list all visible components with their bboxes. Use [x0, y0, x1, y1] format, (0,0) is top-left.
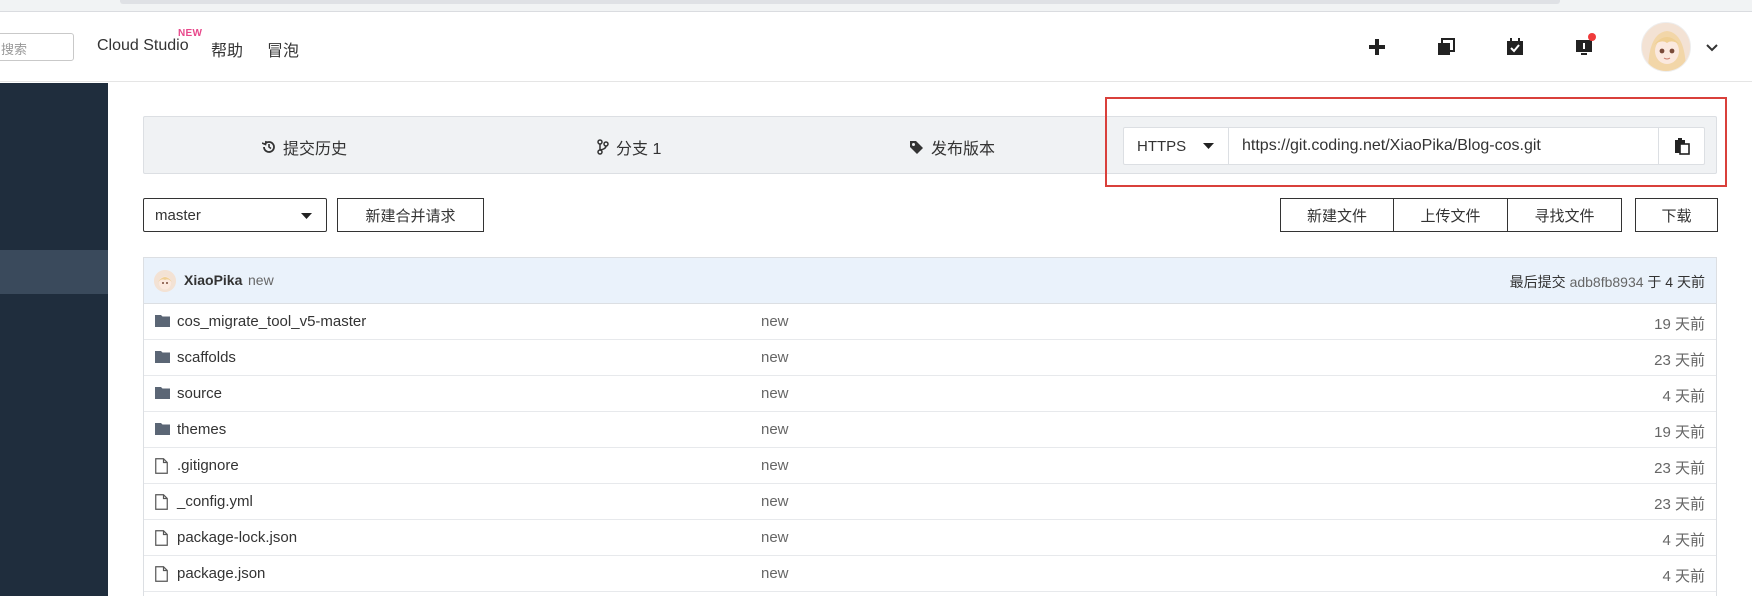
table-row[interactable]: source new 4 天前 — [144, 376, 1716, 412]
commit-avatar[interactable] — [154, 270, 176, 292]
last-commit-bar: XiaoPika new 最后提交 adb8fb8934 于 4 天前 — [144, 258, 1716, 304]
commit-hash[interactable]: adb8fb8934 — [1570, 274, 1644, 290]
tab-label: 分支 1 — [616, 141, 662, 158]
file-commit-time: 23 天前 — [1654, 496, 1705, 513]
notification-dot — [1588, 33, 1596, 41]
clone-url-field[interactable] — [1230, 128, 1658, 164]
folder-icon — [155, 350, 170, 367]
file-icon — [155, 530, 168, 550]
tab-label: 提交历史 — [283, 141, 348, 158]
file-commit-message[interactable]: new — [761, 385, 789, 402]
caret-down-icon — [1203, 143, 1214, 149]
address-bar-edge — [120, 0, 1560, 4]
clone-url-box: HTTPS — [1123, 127, 1705, 165]
file-commit-time: 19 天前 — [1654, 424, 1705, 441]
branch-label: master — [155, 207, 201, 224]
file-commit-message[interactable]: new — [761, 565, 789, 582]
file-commit-time: 4 天前 — [1662, 532, 1705, 549]
folder-icon — [155, 314, 170, 331]
file-name[interactable]: .gitignore — [177, 457, 239, 474]
file-name[interactable]: themes — [177, 421, 226, 438]
file-icon — [155, 566, 168, 586]
file-icon — [155, 494, 168, 514]
last-commit-info: 最后提交 adb8fb8934 于 4 天前 — [1510, 272, 1705, 292]
new-merge-request-button[interactable]: 新建合并请求 — [337, 198, 484, 232]
file-name[interactable]: source — [177, 385, 222, 402]
new-badge: NEW — [178, 28, 203, 39]
file-commit-message[interactable]: new — [761, 529, 789, 546]
history-icon — [262, 140, 275, 153]
file-commit-time: 4 天前 — [1662, 568, 1705, 585]
clipboard-icon — [1674, 137, 1690, 155]
search-placeholder: 搜索 — [1, 42, 28, 57]
tab-releases[interactable]: 发布版本 — [909, 135, 995, 159]
protocol-select[interactable]: HTTPS — [1124, 128, 1229, 164]
copy-url-button[interactable] — [1658, 128, 1704, 164]
file-table: XiaoPika new 最后提交 adb8fb8934 于 4 天前 cos_… — [143, 257, 1717, 596]
avatar[interactable] — [1641, 22, 1691, 72]
calendar-check-icon[interactable] — [1502, 34, 1528, 60]
folder-icon — [155, 422, 170, 439]
chevron-down-icon[interactable] — [1705, 40, 1719, 57]
sidebar — [0, 83, 108, 596]
nav-bubble[interactable]: 冒泡 — [267, 37, 299, 61]
file-commit-time: 23 天前 — [1654, 460, 1705, 477]
file-commit-message[interactable]: new — [761, 349, 789, 366]
file-commit-message[interactable]: new — [761, 457, 789, 474]
file-name[interactable]: _config.yml — [177, 493, 253, 510]
browser-strip — [0, 0, 1752, 12]
tab-branches[interactable]: 分支 1 — [597, 135, 661, 159]
table-row[interactable]: _config.yml new 23 天前 — [144, 484, 1716, 520]
tab-label: 发布版本 — [931, 141, 996, 158]
file-name[interactable]: package-lock.json — [177, 529, 297, 546]
table-row[interactable]: scaffolds new 23 天前 — [144, 340, 1716, 376]
top-header: 搜索 Cloud Studio NEW 帮助 冒泡 — [0, 12, 1752, 82]
plus-icon[interactable] — [1364, 34, 1390, 60]
file-commit-time: 4 天前 — [1662, 388, 1705, 405]
file-icon — [155, 458, 168, 478]
copy-windows-icon[interactable] — [1433, 34, 1459, 60]
notification-icon[interactable] — [1571, 33, 1597, 60]
commit-time: 于 4 天前 — [1647, 274, 1705, 290]
download-button[interactable]: 下载 — [1635, 198, 1718, 232]
last-commit-label: 最后提交 — [1509, 274, 1566, 290]
sidebar-item-active[interactable] — [0, 250, 108, 294]
search-input[interactable]: 搜索 — [0, 33, 74, 61]
table-row[interactable]: package-lock.json new 4 天前 — [144, 520, 1716, 556]
branch-select[interactable]: master — [143, 198, 327, 232]
folder-icon — [155, 386, 170, 403]
file-name[interactable]: package.json — [177, 565, 265, 582]
branch-icon — [597, 139, 609, 155]
table-row[interactable]: .gitignore new 23 天前 — [144, 448, 1716, 484]
tab-commit-history[interactable]: 提交历史 — [262, 135, 347, 159]
commit-message[interactable]: new — [248, 272, 274, 288]
nav-help[interactable]: 帮助 — [211, 37, 243, 61]
new-file-button[interactable]: 新建文件 — [1280, 198, 1394, 232]
find-file-button[interactable]: 寻找文件 — [1507, 198, 1622, 232]
table-row[interactable]: cos_migrate_tool_v5-master new 19 天前 — [144, 304, 1716, 340]
file-name[interactable]: cos_migrate_tool_v5-master — [177, 313, 366, 330]
file-commit-message[interactable]: new — [761, 421, 789, 438]
file-commit-time: 19 天前 — [1654, 316, 1705, 333]
protocol-label: HTTPS — [1137, 137, 1187, 155]
file-name[interactable]: scaffolds — [177, 349, 236, 366]
file-commit-time: 23 天前 — [1654, 352, 1705, 369]
tag-icon — [910, 140, 923, 154]
file-commit-message[interactable]: new — [761, 493, 789, 510]
file-commit-message[interactable]: new — [761, 313, 789, 330]
table-row[interactable]: package.json new 4 天前 — [144, 556, 1716, 592]
upload-file-button[interactable]: 上传文件 — [1393, 198, 1508, 232]
commit-user[interactable]: XiaoPika — [184, 272, 242, 288]
nav-cloud-studio[interactable]: Cloud Studio — [97, 37, 189, 55]
table-row[interactable]: themes new 19 天前 — [144, 412, 1716, 448]
caret-down-icon — [301, 213, 312, 219]
